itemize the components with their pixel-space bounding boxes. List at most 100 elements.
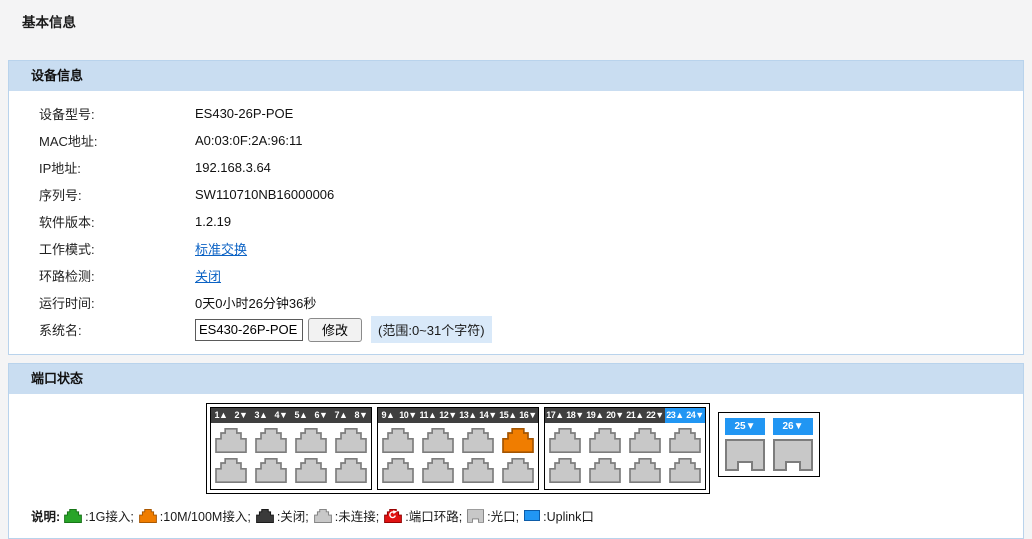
port-7-jack-icon [335,428,367,453]
port-15-jack-icon [502,428,534,453]
port-17-label: 17▲ [545,408,565,423]
row-work-mode: 工作模式: 标准交换 [39,235,1023,262]
row-ip-address: IP地址: 192.168.3.64 [39,154,1023,181]
port-14-jack-icon [462,458,494,483]
port-group-header: 17▲18▼19▲20▼21▲22▼23▲24▼ [545,408,705,423]
legend-item-text: :10M/100M接入; [160,506,251,525]
port-13-label: 13▲ [458,408,478,423]
row-value: 192.168.3.64 [195,160,271,175]
row-label: 设备型号: [39,104,195,123]
port-3-jack-icon [255,428,287,453]
row-label: 运行时间: [39,293,195,312]
port-9-jack-icon [382,428,414,453]
port-6-jack-icon [295,458,327,483]
rj45-orange-icon [139,509,157,523]
port-4-jack-icon [255,458,287,483]
port-1-label: 1▲ [211,408,231,423]
port-group-1: 1▲2▼3▲4▼5▲6▼7▲8▼ [210,407,372,490]
port-10-jack-icon [382,458,414,483]
row-uptime: 运行时间: 0天0小时26分钟36秒 [39,289,1023,316]
port-25-label: 25▼ [725,418,765,435]
legend-item: :Uplink口 [524,506,594,525]
port-panel-rj45: 1▲2▼3▲4▼5▲6▼7▲8▼9▲10▼11▲12▼13▲14▼15▲16▼1… [206,403,710,494]
legend-item-text: :未连接; [335,506,379,525]
sfp-gray-icon [467,509,484,523]
row-label: 环路检测: [39,266,195,285]
uplink-blue-icon [524,510,540,521]
row-system-name: 系统名: 修改 (范围:0~31个字符) [39,316,1023,343]
port-11-label: 11▲ [418,408,438,423]
port-16-jack-icon [502,458,534,483]
row-label: 序列号: [39,185,195,204]
port-panel: 1▲2▼3▲4▼5▲6▼7▲8▼9▲10▼11▲12▼13▲14▼15▲16▼1… [9,394,1023,494]
port-14-label: 14▼ [478,408,498,423]
row-label: 工作模式: [39,239,195,258]
row-value: ES430-26P-POE [195,106,293,121]
port-11-jack-icon [422,428,454,453]
row-value: A0:03:0F:2A:96:11 [195,133,302,148]
legend-item-text: :1G接入; [85,506,134,525]
port-24-jack-icon [669,458,701,483]
port-21-label: 21▲ [625,408,645,423]
legend-item: :10M/100M接入; [139,506,251,525]
system-name-input[interactable] [195,319,303,341]
row-value: 0天0小时26分钟36秒 [195,293,316,312]
port-5-jack-icon [295,428,327,453]
port-26-label: 26▼ [773,418,813,435]
rj45-green-icon [64,509,82,523]
legend-item-text: :Uplink口 [543,506,594,525]
legend-item: :端口环路; [384,506,462,525]
port-18-label: 18▼ [565,408,585,423]
rj45-dark-icon [256,509,274,523]
row-mac-address: MAC地址: A0:03:0F:2A:96:11 [39,127,1023,154]
port-group-jacks [211,423,371,489]
work-mode-link[interactable]: 标准交换 [195,239,247,258]
port-status-header: 端口状态 [9,364,1023,394]
port-5-label: 5▲ [291,408,311,423]
port-19-label: 19▲ [585,408,605,423]
loop-detect-link[interactable]: 关闭 [195,266,221,285]
row-label: 软件版本: [39,212,195,231]
port-4-label: 4▼ [271,408,291,423]
rj45-gray-icon [314,509,332,523]
row-device-model: 设备型号: ES430-26P-POE [39,100,1023,127]
system-name-range-hint: (范围:0~31个字符) [371,316,492,343]
port-26-sfp-icon [773,439,813,471]
legend-item: :光口; [467,506,519,525]
port-18-jack-icon [549,458,581,483]
device-info-section: 设备信息 设备型号: ES430-26P-POE MAC地址: A0:03:0F… [8,60,1024,355]
modify-button[interactable]: 修改 [308,318,362,342]
port-group-2: 9▲10▼11▲12▼13▲14▼15▲16▼ [377,407,539,490]
port-15-label: 15▲ [498,408,518,423]
row-serial-number: 序列号: SW110710NB16000006 [39,181,1023,208]
port-group-jacks [378,423,538,489]
row-value: SW110710NB16000006 [195,187,334,202]
port-legend: 说明: :1G接入; :10M/100M接入; :关闭; :未连接; :端口环路; :光口… [31,506,1023,525]
port-10-label: 10▼ [398,408,418,423]
port-13-jack-icon [462,428,494,453]
port-6-label: 6▼ [311,408,331,423]
port-legend-items: :1G接入; :10M/100M接入; :关闭; :未连接; :端口环路; :光口; :Up… [64,506,599,525]
row-value: 1.2.19 [195,214,231,229]
port-17-jack-icon [549,428,581,453]
row-label: IP地址: [39,158,195,177]
port-23-label: 23▲ [665,408,685,423]
port-25-sfp-icon [725,439,765,471]
port-12-label: 12▼ [438,408,458,423]
port-12-jack-icon [422,458,454,483]
legend-item-text: :关闭; [277,506,309,525]
port-2-label: 2▼ [231,408,251,423]
legend-item-text: :光口; [487,506,519,525]
port-26-column: 26▼ [773,418,813,471]
port-20-label: 20▼ [605,408,625,423]
port-group-3: 17▲18▼19▲20▼21▲22▼23▲24▼ [544,407,706,490]
legend-label: 说明: [31,506,60,525]
port-7-label: 7▲ [331,408,351,423]
port-panel-sfp: 25▼ 26▼ [718,412,820,477]
port-16-label: 16▼ [518,408,538,423]
legend-item: :关闭; [256,506,309,525]
device-info-header: 设备信息 [9,61,1023,91]
row-loop-detect: 环路检测: 关闭 [39,262,1023,289]
port-23-jack-icon [669,428,701,453]
device-info-table: 设备型号: ES430-26P-POE MAC地址: A0:03:0F:2A:9… [9,91,1023,354]
